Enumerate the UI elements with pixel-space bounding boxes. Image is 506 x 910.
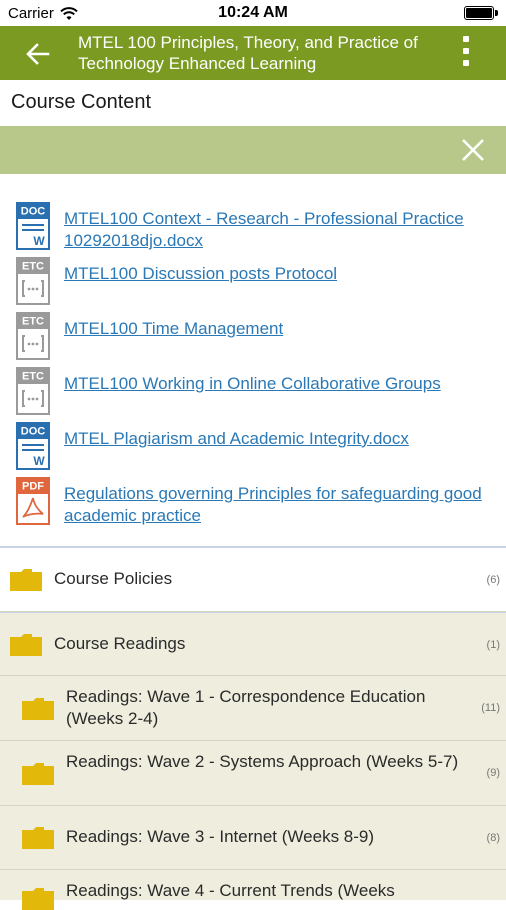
- folder-name: Course Policies: [54, 569, 173, 588]
- file-link[interactable]: MTEL Plagiarism and Academic Integrity.d…: [64, 428, 500, 450]
- folder-icon: [22, 763, 54, 785]
- clock: 10:24 AM: [218, 4, 288, 21]
- content-band: [0, 126, 506, 174]
- file-link[interactable]: MTEL100 Discussion posts Protocol: [64, 263, 500, 285]
- folder-row-wave-4[interactable]: Readings: Wave 4 - Current Trends (Weeks: [0, 870, 506, 910]
- svg-text:ETC: ETC: [22, 371, 44, 383]
- folder-name: Readings: Wave 2 - Systems Approach (Wee…: [66, 752, 459, 771]
- svg-text:DOC: DOC: [21, 206, 46, 218]
- file-link[interactable]: MTEL100 Context - Research - Professiona…: [64, 208, 500, 252]
- etc-file-icon: ETC: [16, 312, 50, 360]
- pdf-file-icon: PDF: [16, 477, 50, 525]
- app-bar: MTEL 100 Principles, Theory, and Practic…: [0, 26, 506, 80]
- folder-name: Readings: Wave 1 - Correspondence Educat…: [66, 687, 426, 728]
- folder-name: Readings: Wave 4 - Current Trends (Weeks: [66, 881, 395, 900]
- folder-name: Readings: Wave 3 - Internet (Weeks 8-9): [66, 827, 375, 846]
- battery-icon: [464, 6, 498, 20]
- svg-text:PDF: PDF: [22, 481, 44, 493]
- more-vertical-icon[interactable]: [462, 36, 470, 70]
- file-link[interactable]: MTEL100 Time Management: [64, 318, 500, 340]
- svg-text:DOC: DOC: [21, 426, 46, 438]
- folder-count: (9): [486, 767, 500, 779]
- svg-text:W: W: [33, 234, 45, 248]
- folder-icon: [10, 569, 42, 591]
- status-bar: Carrier 10:24 AM: [0, 0, 506, 26]
- svg-text:ETC: ETC: [22, 316, 44, 328]
- folder-icon: [22, 827, 54, 849]
- close-icon[interactable]: [460, 137, 486, 163]
- folder-row-wave-2[interactable]: Readings: Wave 2 - Systems Approach (Wee…: [0, 741, 506, 806]
- folder-icon: [22, 698, 54, 720]
- folder-count: (8): [486, 832, 500, 844]
- folder-count: (11): [481, 702, 500, 714]
- folder-row-course-policies[interactable]: Course Policies (6): [0, 548, 506, 612]
- arrow-left-icon[interactable]: [22, 38, 54, 70]
- course-title: MTEL 100 Principles, Theory, and Practic…: [78, 33, 418, 73]
- svg-text:W: W: [33, 454, 45, 468]
- folder-count: (6): [486, 574, 500, 586]
- svg-text:ETC: ETC: [22, 261, 44, 273]
- folder-icon: [10, 634, 42, 656]
- folder-count: (1): [486, 639, 500, 651]
- folder-name: Course Readings: [54, 634, 186, 653]
- file-link[interactable]: MTEL100 Working in Online Collaborative …: [64, 373, 500, 395]
- doc-file-icon: DOC W: [16, 422, 50, 470]
- section-header: Course Content: [0, 80, 506, 126]
- etc-file-icon: ETC: [16, 257, 50, 305]
- folder-row-wave-3[interactable]: Readings: Wave 3 - Internet (Weeks 8-9) …: [0, 806, 506, 870]
- folder-row-course-readings[interactable]: Course Readings (1): [0, 612, 506, 676]
- folder-row-wave-1[interactable]: Readings: Wave 1 - Correspondence Educat…: [0, 676, 506, 741]
- file-link[interactable]: Regulations governing Principles for saf…: [64, 483, 500, 527]
- folder-icon: [22, 888, 54, 910]
- doc-file-icon: DOC W: [16, 202, 50, 250]
- section-title: Course Content: [11, 91, 152, 113]
- etc-file-icon: ETC: [16, 367, 50, 415]
